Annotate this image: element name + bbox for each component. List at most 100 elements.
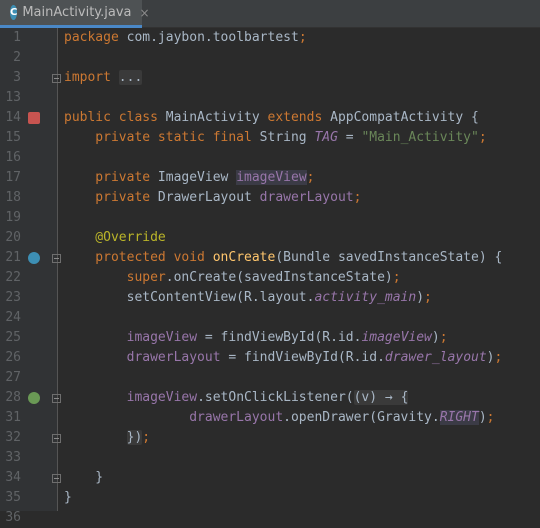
code-line[interactable]: 16 [0, 148, 540, 168]
code-token: drawerLayout [64, 410, 284, 425]
code-token: imageView [361, 330, 432, 345]
code-token: ; [142, 430, 151, 445]
editor-tab-bar: C MainActivity.java × [0, 0, 540, 28]
code-line[interactable]: 15 private static final String TAG = "Ma… [0, 128, 540, 148]
close-icon[interactable]: × [140, 6, 150, 20]
code-text: } [64, 468, 103, 488]
code-line[interactable]: 18 private DrawerLayout drawerLayout; [0, 188, 540, 208]
line-number: 19 [5, 210, 21, 225]
code-token: drawerLayout [259, 190, 354, 205]
line-number: 28 [5, 390, 21, 405]
code-token: setContentView(R.layout. [64, 290, 315, 305]
code-line[interactable]: 22 super.onCreate(savedInstanceState); [0, 268, 540, 288]
lambda-icon[interactable] [28, 392, 40, 404]
override-icon[interactable] [28, 252, 40, 264]
code-line[interactable]: 20 @Override [0, 228, 540, 248]
code-token: String [259, 130, 315, 145]
line-number: 21 [5, 250, 21, 265]
fold-toggle-icon[interactable] [52, 434, 61, 443]
code-line[interactable]: 34 } [0, 468, 540, 488]
code-token: ; [306, 170, 315, 185]
code-line[interactable]: 35} [0, 488, 540, 508]
code-line[interactable]: 27 [0, 368, 540, 388]
code-token: drawer_layout [384, 350, 487, 365]
code-line[interactable]: 25 imageView = findViewById(R.id.imageVi… [0, 328, 540, 348]
fold-toggle-icon[interactable] [52, 474, 61, 483]
code-text: drawerLayout.openDrawer(Gravity.RIGHT); [64, 408, 495, 428]
code-line[interactable]: 1 package com.jaybon.toolbartest; [0, 28, 540, 48]
code-line[interactable]: 28 imageView.setOnClickListener((v) → { [0, 388, 540, 408]
code-line[interactable]: 17 private ImageView imageView; [0, 168, 540, 188]
code-token: ; [486, 410, 495, 425]
code-token: imageView [64, 330, 198, 345]
code-token: ... [118, 70, 143, 85]
code-token: } [64, 490, 72, 505]
android-activity-icon[interactable] [28, 112, 40, 124]
code-token: AppCompatActivity { [330, 110, 479, 125]
code-token: "Main_Activity" [361, 130, 479, 145]
line-number: 22 [5, 270, 21, 285]
line-number: 20 [5, 230, 21, 245]
line-number: 25 [5, 330, 21, 345]
code-text: private ImageView imageView; [64, 168, 314, 188]
code-token: = findViewById(R.id. [220, 350, 385, 365]
line-number: 14 [5, 110, 21, 125]
code-token: ; [298, 30, 307, 45]
code-token: TAG [314, 130, 338, 145]
java-class-icon: C [10, 5, 18, 20]
code-token: .onCreate(savedInstanceState) [165, 270, 393, 285]
code-token: private static final [64, 130, 260, 145]
line-number: 35 [5, 490, 21, 505]
fold-toggle-icon[interactable] [52, 394, 61, 403]
line-number: 26 [5, 350, 21, 365]
code-token: ImageView [157, 170, 237, 185]
code-line[interactable]: 2 [0, 48, 540, 68]
code-token: imageView [64, 390, 198, 405]
code-text: drawerLayout = findViewById(R.id.drawer_… [64, 348, 503, 368]
code-text: import ... [64, 68, 143, 88]
fold-toggle-icon[interactable] [52, 74, 61, 83]
tab-label: MainActivity.java [22, 5, 132, 20]
code-token: ) [478, 410, 487, 425]
tab-main-activity[interactable]: C MainActivity.java × [0, 0, 150, 28]
code-text: private static final String TAG = "Main_… [64, 128, 487, 148]
fold-toggle-icon[interactable] [52, 254, 61, 263]
code-line[interactable]: 24 [0, 308, 540, 328]
code-token: private [64, 170, 158, 185]
code-token: ) [416, 290, 425, 305]
code-token: ; [439, 330, 448, 345]
code-token: (Bundle savedInstanceState) { [275, 250, 503, 265]
code-line[interactable]: 23 setContentView(R.layout.activity_main… [0, 288, 540, 308]
line-number: 15 [5, 130, 21, 145]
code-text: } [64, 488, 72, 508]
code-text: imageView = findViewById(R.id.imageView)… [64, 328, 448, 348]
code-line[interactable]: 13 [0, 88, 540, 108]
code-token: activity_main [314, 290, 417, 305]
code-token: ; [478, 130, 487, 145]
line-number: 3 [13, 70, 21, 85]
code-line[interactable]: 21 protected void onCreate(Bundle savedI… [0, 248, 540, 268]
code-token: ; [424, 290, 432, 305]
code-token: import [64, 70, 119, 85]
code-line[interactable]: 14 public class MainActivity extends AppC… [0, 108, 540, 128]
code-token: .openDrawer(Gravity. [283, 410, 440, 425]
code-token: ; [353, 190, 362, 205]
code-line[interactable]: 31 drawerLayout.openDrawer(Gravity.RIGHT… [0, 408, 540, 428]
code-line[interactable]: 26 drawerLayout = findViewById(R.id.draw… [0, 348, 540, 368]
code-token: onCreate [212, 250, 276, 265]
line-number: 1 [13, 30, 21, 45]
code-token: RIGHT [439, 410, 479, 425]
code-line[interactable]: 3 import ... [0, 68, 540, 88]
code-line[interactable]: 33 [0, 448, 540, 468]
code-line[interactable]: 32 }); [0, 428, 540, 448]
code-token: com.jaybon.toolbartest [126, 30, 299, 45]
code-text: private DrawerLayout drawerLayout; [64, 188, 361, 208]
code-token: ; [494, 350, 503, 365]
line-number: 2 [13, 50, 21, 65]
line-number: 16 [5, 150, 21, 165]
code-line[interactable]: 19 [0, 208, 540, 228]
code-token: ) [486, 350, 495, 365]
code-line[interactable]: 36 [0, 508, 540, 528]
code-token: = [337, 130, 362, 145]
